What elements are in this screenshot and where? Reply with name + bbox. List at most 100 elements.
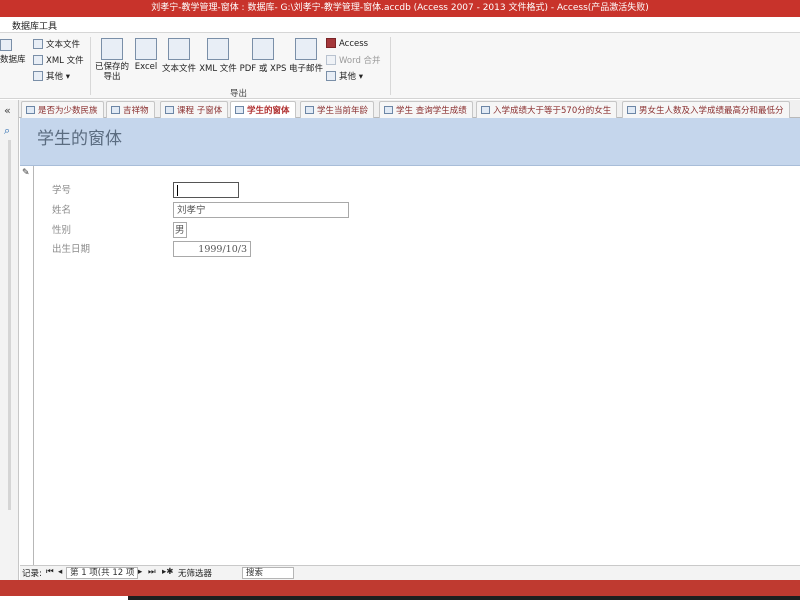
import-database-button[interactable]: 数据库: [0, 39, 26, 65]
export-xml-file-button[interactable]: XML 文件: [198, 38, 238, 74]
search-box[interactable]: 搜索: [242, 567, 294, 579]
nav-scrollbar[interactable]: [8, 140, 11, 510]
tab-label: 课程 子窗体: [177, 106, 223, 116]
import-database-label: 数据库: [0, 55, 26, 65]
status-bar: [0, 580, 800, 596]
tab-label: 学生的窗体: [247, 106, 290, 116]
export-access-button[interactable]: Access: [326, 38, 368, 49]
form-icon: [165, 106, 174, 114]
tab-student-form[interactable]: 学生的窗体: [230, 101, 296, 119]
text-file-icon: [33, 39, 43, 49]
tab-label: 吉祥物: [123, 106, 149, 116]
query-icon: [481, 106, 490, 114]
next-record-button[interactable]: ▸: [138, 567, 142, 577]
ribbon-separator: [390, 37, 391, 95]
email-icon: [295, 38, 317, 60]
tab-student-age[interactable]: 学生当前年龄: [300, 101, 375, 118]
collapse-nav-icon[interactable]: «: [4, 104, 11, 117]
form-icon: [235, 106, 244, 114]
student-id-field[interactable]: [173, 182, 239, 198]
form-icon: [111, 106, 120, 114]
tab-label: 是否为少数民族: [38, 106, 98, 116]
last-record-button[interactable]: ⏭: [148, 567, 156, 577]
record-selector[interactable]: ✎: [20, 166, 34, 566]
tab-label: 男女生人数及入学成绩最高分和最低分: [639, 106, 784, 116]
taskbar-gap: [0, 596, 128, 600]
export-more-button[interactable]: 其他 ▾: [326, 70, 363, 82]
import-text-file-button[interactable]: 文本文件: [33, 38, 80, 50]
database-icon: [0, 39, 12, 51]
current-record-box[interactable]: 第 1 项(共 12 项: [66, 567, 139, 579]
export-text-file-label: 文本文件: [161, 64, 196, 74]
name-field[interactable]: 刘孝宁: [173, 202, 349, 218]
form-icon: [26, 106, 35, 114]
export-text-file-button[interactable]: 文本文件: [160, 38, 198, 74]
document-tabs: 是否为少数民族 吉祥物 课程 子窗体 学生的窗体 学生当前年龄 学生 查询学生成…: [19, 100, 800, 119]
window-title-bar: 刘孝宁-教学管理-窗体 : 数据库- G:\刘孝宁-教学管理-窗体.accdb …: [0, 0, 800, 17]
query-icon: [627, 106, 636, 114]
first-record-button[interactable]: ⏮: [46, 567, 54, 577]
more-export-icon: [326, 71, 336, 81]
text-file-export-icon: [168, 38, 190, 60]
form-header: 学生的窗体: [20, 118, 800, 166]
tab-course-subform[interactable]: 课程 子窗体: [160, 101, 229, 118]
gender-field[interactable]: 男: [173, 222, 187, 238]
tab-minority[interactable]: 是否为少数民族: [21, 101, 104, 118]
search-icon[interactable]: ⌕: [4, 124, 10, 138]
birth-date-label: 出生日期: [52, 244, 91, 255]
excel-icon: [135, 38, 157, 60]
gender-label: 性别: [52, 225, 72, 236]
previous-record-button[interactable]: ◂: [58, 567, 62, 577]
import-xml-file-label: XML 文件: [46, 56, 84, 66]
navigation-pane: « ⌕: [0, 100, 19, 580]
tab-label: 学生当前年龄: [317, 106, 369, 116]
name-label: 姓名: [52, 205, 72, 216]
import-xml-file-button[interactable]: XML 文件: [33, 54, 84, 66]
export-xml-file-label: XML 文件: [199, 64, 237, 74]
export-more-label: 其他 ▾: [339, 72, 363, 82]
tab-label: 学生 查询学生成绩: [396, 106, 467, 116]
form-view: 学生的窗体 ✎ 学号 姓名 刘孝宁 性别 男 出生日期 1999/10/3: [20, 118, 800, 580]
tab-gender-stats[interactable]: 男女生人数及入学成绩最高分和最低分: [622, 101, 790, 118]
tab-girls-570[interactable]: 入学成绩大于等于570分的女生: [476, 101, 618, 118]
xml-file-icon: [33, 55, 43, 65]
ribbon: 数据库 文本文件 XML 文件 其他 ▾ 已保存的 导出 Excel 文本文件 …: [0, 33, 800, 99]
filter-status[interactable]: 无筛选器: [178, 567, 212, 579]
taskbar: [128, 596, 800, 600]
record-label: 记录:: [22, 569, 42, 579]
tab-student-scores[interactable]: 学生 查询学生成绩: [379, 101, 473, 118]
export-group-label: 导出: [230, 89, 248, 99]
window-title: 刘孝宁-教学管理-窗体 : 数据库- G:\刘孝宁-教学管理-窗体.accdb …: [151, 3, 649, 13]
word-merge-label: Word 合并: [339, 56, 381, 66]
word-merge-button[interactable]: Word 合并: [326, 54, 381, 66]
access-icon: [326, 38, 336, 48]
xml-export-icon: [207, 38, 229, 60]
ribbon-tab-database-tools[interactable]: 数据库工具: [12, 19, 57, 32]
import-text-file-label: 文本文件: [46, 40, 81, 50]
export-pdf-xps-button[interactable]: PDF 或 XPS: [238, 38, 288, 74]
export-email-button[interactable]: 电子邮件: [288, 38, 324, 74]
student-id-label: 学号: [52, 185, 72, 196]
import-more-button[interactable]: 其他 ▾: [33, 70, 70, 82]
saved-exports-button[interactable]: 已保存的 导出: [94, 38, 130, 82]
tab-label: 入学成绩大于等于570分的女生: [493, 106, 612, 116]
export-excel-button[interactable]: Excel: [132, 38, 160, 72]
saved-exports-label: 已保存的 导出: [94, 62, 129, 82]
export-email-label: 电子邮件: [288, 64, 323, 74]
form-title: 学生的窗体: [37, 129, 122, 149]
ribbon-separator: [90, 37, 91, 95]
saved-exports-icon: [101, 38, 123, 60]
export-pdf-xps-label: PDF 或 XPS: [239, 64, 287, 74]
new-record-button[interactable]: ▸✱: [162, 567, 173, 577]
ribbon-tab-row: 数据库工具: [0, 17, 800, 33]
word-icon: [326, 55, 336, 65]
birth-date-field[interactable]: 1999/10/3: [173, 241, 251, 257]
pdf-icon: [252, 38, 274, 60]
query-icon: [305, 106, 314, 114]
export-excel-label: Excel: [134, 62, 158, 72]
text-caret: [177, 185, 178, 196]
import-more-label: 其他 ▾: [46, 72, 70, 82]
record-navigation-bar: 记录: ⏮ ◂ 第 1 项(共 12 项 ▸ ⏭ ▸✱ 无筛选器 搜索: [20, 565, 800, 580]
tab-mascot[interactable]: 吉祥物: [106, 101, 155, 118]
query-icon: [384, 106, 393, 114]
